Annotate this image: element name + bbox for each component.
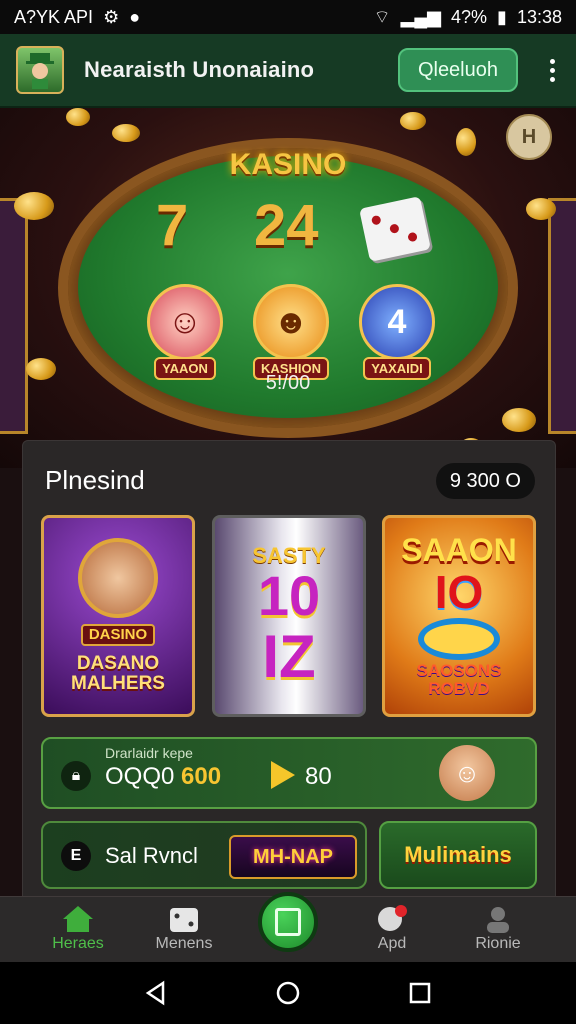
game-card-1[interactable]: DASINO DASANO MALHERS (41, 515, 195, 717)
more-options-icon[interactable] (544, 58, 560, 82)
nav-item-people[interactable]: Rionie (448, 903, 548, 953)
game-card-3[interactable]: SAAON IO SAOSONS ROBVD (382, 515, 536, 717)
reel-symbol-number: 24 (254, 193, 319, 258)
game-logo: MH-NAP (229, 835, 357, 879)
hero-corner-button[interactable]: H (506, 114, 552, 160)
home-circle-icon[interactable] (275, 980, 301, 1006)
hero-banner[interactable]: KASINO 7 24 ☺ YAAON ☻ KASHION 4 YAXAIDI … (0, 108, 576, 468)
coin-icon (66, 108, 90, 126)
emblem-face: 4 (359, 284, 435, 360)
spin-round-button[interactable]: E Sal Rvncl MH-NAP (41, 821, 367, 889)
promo-amount-prefix: OQQ0 (105, 763, 175, 790)
coin-icon (502, 408, 536, 432)
coin-icon (400, 112, 426, 130)
status-bar: A?YK API ⚙ ● ⌔ ▂▄▆ 4?% ▮ 13:38 (0, 0, 576, 34)
card-mid-title: IO (434, 565, 484, 618)
games-panel: Plnesind 9 300 O DASINO DASANO MALHERS S… (22, 440, 556, 902)
balance-pill[interactable]: 9 300 O (435, 463, 535, 499)
card-bottom-title: SAOSONS ROBVD (416, 661, 502, 698)
nav-item-chat[interactable]: Apd (342, 903, 442, 953)
coin-icon (526, 198, 556, 220)
center-action-button[interactable] (258, 892, 318, 952)
multigames-label: Mulimains (404, 842, 512, 867)
coin-icon (112, 124, 140, 142)
notification-icon: ⚙ (103, 6, 120, 27)
dice-icon (134, 903, 234, 935)
system-nav-bar (0, 962, 576, 1024)
clock: 13:38 (516, 6, 562, 27)
card-top-title: DASINO (80, 624, 156, 646)
emblem-face: ☺ (147, 284, 223, 360)
coin-icon (14, 192, 54, 220)
battery-icon: ▮ (497, 6, 507, 27)
slot-machine-right (548, 198, 576, 434)
hero-count: 5!/00 (265, 372, 311, 394)
promo-subtitle: Drarlaidr kepe (105, 745, 193, 761)
nav-item-games[interactable]: Menens (134, 903, 234, 953)
mascot-icon: ☺ (439, 745, 495, 801)
card-mid-title: 10 (257, 563, 321, 627)
back-icon[interactable] (143, 980, 169, 1006)
card-bottom-title: IZ (262, 623, 316, 691)
people-icon (448, 903, 548, 935)
dot-icon: ● (129, 6, 141, 27)
reel-symbol-seven: 7 (156, 193, 189, 258)
hero-badge: KASINO (229, 148, 347, 181)
ring-icon (418, 618, 500, 661)
card-bottom-title: DASANO MALHERS (71, 652, 165, 694)
signal-icon: ▂▄▆ (400, 6, 442, 27)
battery-text: 4?% (451, 6, 488, 27)
emblem-face: ☻ (253, 284, 329, 360)
game-card-2[interactable]: SASTY 10 IZ (212, 515, 366, 717)
spin-round-label: Sal Rvncl (105, 843, 198, 868)
nav-label: Apd (377, 935, 407, 952)
promo-amount: OQQ0 600 (105, 763, 221, 791)
nav-label: Rionie (475, 935, 521, 952)
game-emblem-2[interactable]: ☻ KASHION (246, 284, 336, 380)
promo-bar[interactable]: Drarlaidr kepe 🔒︎ OQQ0 600 80 ☺ (41, 737, 537, 809)
lock-icon: 🔒︎ (61, 761, 91, 791)
chat-icon (342, 903, 442, 935)
home-icon (28, 903, 128, 935)
multigames-button[interactable]: Mulimains (379, 821, 537, 889)
promo-amount-secondary: 80 (305, 763, 332, 790)
avatar[interactable] (16, 46, 64, 94)
recents-icon[interactable] (407, 980, 433, 1006)
leprechaun-icon (26, 53, 54, 89)
app-title: Nearaisth Unonaiaino (84, 57, 315, 82)
nav-label: Heraes (52, 935, 104, 952)
round-icon: E (61, 841, 91, 871)
header-action-button[interactable]: Qleeluoh (397, 48, 518, 92)
game-emblem-3[interactable]: 4 YAXAIDI (352, 284, 442, 380)
game-emblem-1[interactable]: ☺ YAAON (140, 284, 230, 380)
nav-label: Menens (155, 935, 213, 952)
wifi-icon: ⌔ (373, 6, 391, 27)
cards-icon (275, 908, 301, 936)
slot-machine-left (0, 198, 28, 434)
carrier-text: A?YK API (14, 6, 94, 27)
nav-item-home[interactable]: Heraes (28, 903, 128, 953)
play-icon (271, 761, 295, 789)
character-portrait (78, 538, 158, 619)
app-bar: Nearaisth Unonaiaino Qleeluoh (0, 34, 576, 108)
card-top-title: SAAON (401, 532, 517, 569)
promo-amount-value: 600 (181, 763, 222, 790)
panel-title: Plnesind (45, 465, 145, 495)
